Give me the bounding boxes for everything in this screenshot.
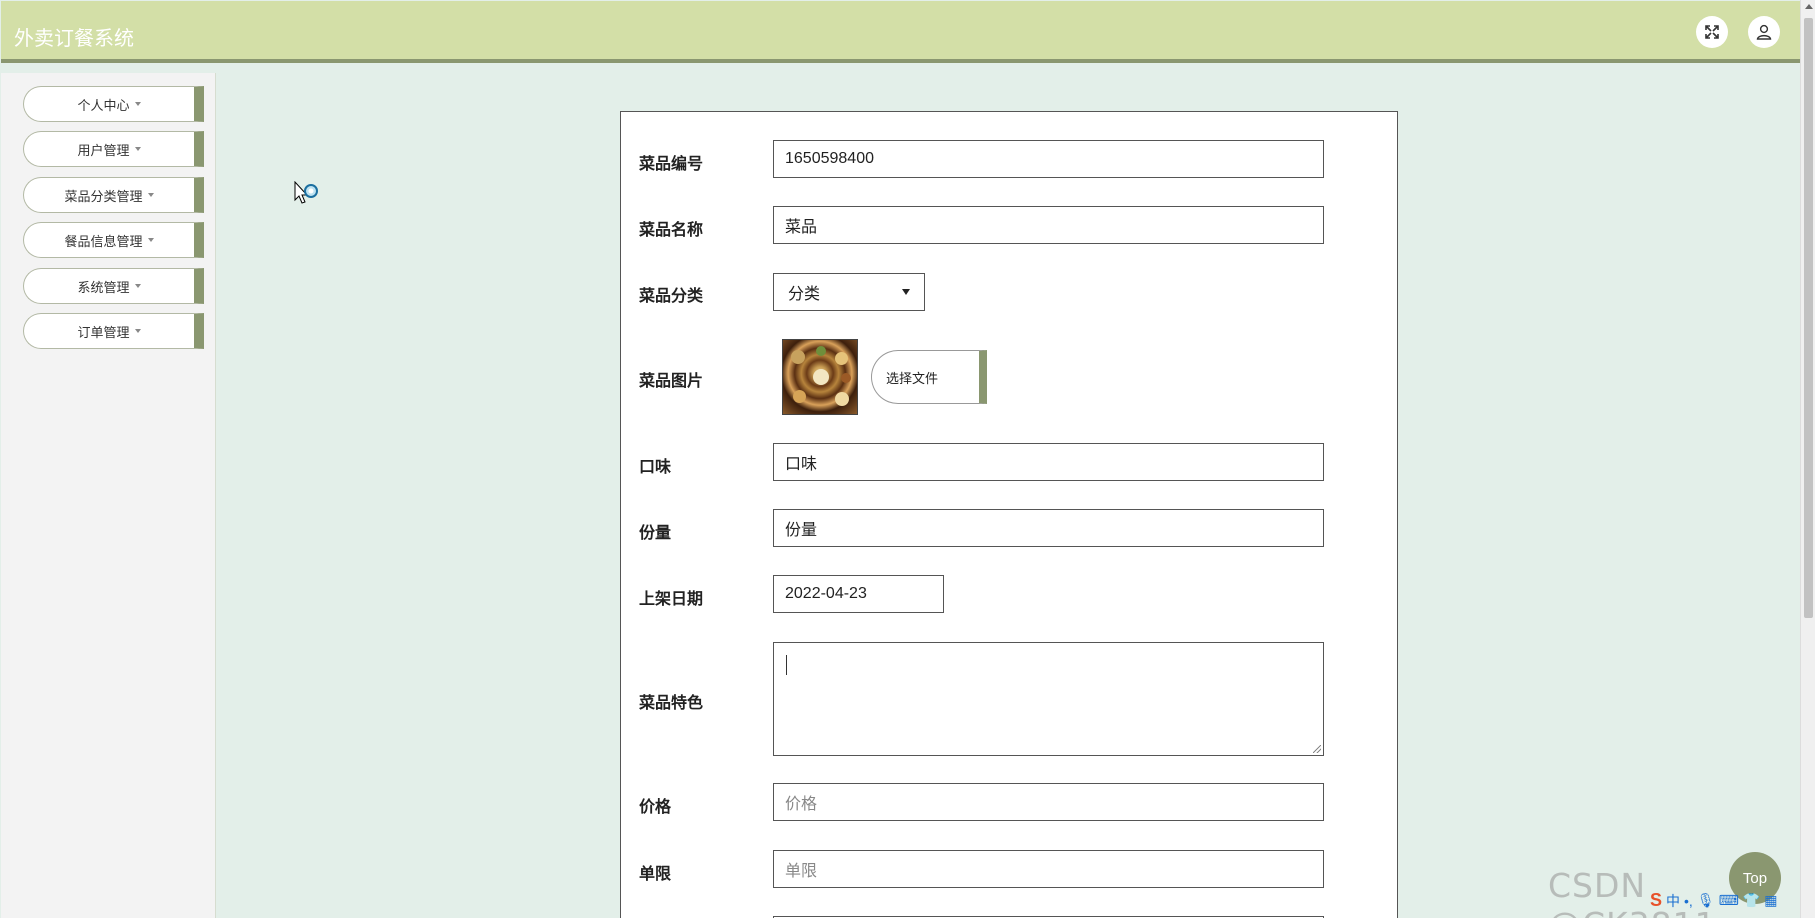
shirt-icon[interactable]: 👕	[1743, 892, 1760, 909]
sidebar-item-personal-center[interactable]: 个人中心	[23, 86, 204, 122]
caret-down-icon	[134, 147, 141, 151]
resize-grip-icon[interactable]	[1313, 745, 1321, 753]
grid-icon[interactable]: ▦	[1764, 892, 1777, 909]
app-title: 外卖订餐系统	[14, 28, 134, 50]
price-input[interactable]: 价格	[773, 783, 1324, 821]
scroll-up-icon[interactable]	[1805, 4, 1813, 9]
taste-label: 口味	[639, 459, 672, 476]
ime-logo[interactable]: S	[1650, 890, 1662, 911]
sidebar-item-label: 菜品分类管理	[64, 188, 143, 204]
scroll-thumb[interactable]	[1804, 18, 1813, 618]
caret-down-icon	[134, 102, 141, 106]
ime-toolbar: S 中 •, 🎙 ⌨ 👕 ▦	[1650, 890, 1777, 911]
sidebar-item-user-management[interactable]: 用户管理	[23, 131, 204, 167]
microphone-icon[interactable]: 🎙	[1697, 892, 1715, 909]
sidebar-item-label: 用户管理	[77, 142, 130, 158]
sidebar: 个人中心 用户管理 菜品分类管理 餐品信息管理 系统管理 订单管理	[1, 73, 216, 918]
top-header: 外卖订餐系统	[1, 1, 1801, 63]
limit-label: 单限	[639, 866, 672, 883]
caret-down-icon	[147, 193, 154, 197]
sidebar-item-label: 个人中心	[77, 97, 130, 113]
date-label: 上架日期	[639, 591, 704, 608]
sidebar-item-label: 餐品信息管理	[64, 233, 143, 249]
category-select-value: 分类	[788, 286, 821, 303]
page-scrollbar[interactable]	[1800, 0, 1815, 918]
keyboard-icon[interactable]: ⌨	[1719, 892, 1739, 909]
name-input[interactable]: 菜品	[773, 206, 1324, 244]
feature-textarea[interactable]	[773, 642, 1324, 756]
ime-language[interactable]: 中	[1666, 891, 1680, 911]
punctuation-icon[interactable]: •,	[1684, 893, 1693, 909]
category-select[interactable]: 分类	[773, 273, 925, 311]
limit-input[interactable]: 单限	[773, 850, 1324, 888]
choose-file-button[interactable]: 选择文件	[871, 350, 987, 404]
sidebar-item-category-management[interactable]: 菜品分类管理	[23, 177, 204, 213]
taste-input[interactable]: 口味	[773, 443, 1324, 481]
sidebar-item-label: 系统管理	[77, 279, 130, 295]
chevron-down-icon	[902, 289, 910, 295]
sidebar-item-system-management[interactable]: 系统管理	[23, 268, 204, 304]
caret-down-icon	[134, 284, 141, 288]
date-input[interactable]: 2022-04-23	[773, 575, 944, 613]
caret-down-icon	[134, 329, 141, 333]
category-label: 菜品分类	[639, 288, 704, 305]
portion-label: 份量	[639, 525, 672, 542]
busy-cursor-icon	[294, 181, 318, 204]
price-label: 价格	[639, 799, 672, 816]
text-caret	[786, 655, 787, 675]
user-icon	[1756, 24, 1772, 40]
sidebar-item-label: 订单管理	[77, 324, 130, 340]
dish-form: 菜品编号 1650598400 菜品名称 菜品 菜品分类 分类 菜品图片 选择文…	[620, 111, 1398, 918]
code-label: 菜品编号	[639, 156, 704, 173]
user-button[interactable]	[1748, 16, 1780, 48]
fullscreen-icon	[1705, 25, 1719, 39]
portion-input[interactable]: 份量	[773, 509, 1324, 547]
feature-label: 菜品特色	[639, 695, 704, 712]
fullscreen-button[interactable]	[1696, 16, 1728, 48]
sidebar-item-meal-info-management[interactable]: 餐品信息管理	[23, 222, 204, 258]
caret-down-icon	[147, 238, 154, 242]
dish-image-thumbnail	[782, 339, 858, 415]
sidebar-item-order-management[interactable]: 订单管理	[23, 313, 204, 349]
code-input[interactable]: 1650598400	[773, 140, 1324, 178]
name-label: 菜品名称	[639, 222, 704, 239]
image-label: 菜品图片	[639, 373, 704, 390]
